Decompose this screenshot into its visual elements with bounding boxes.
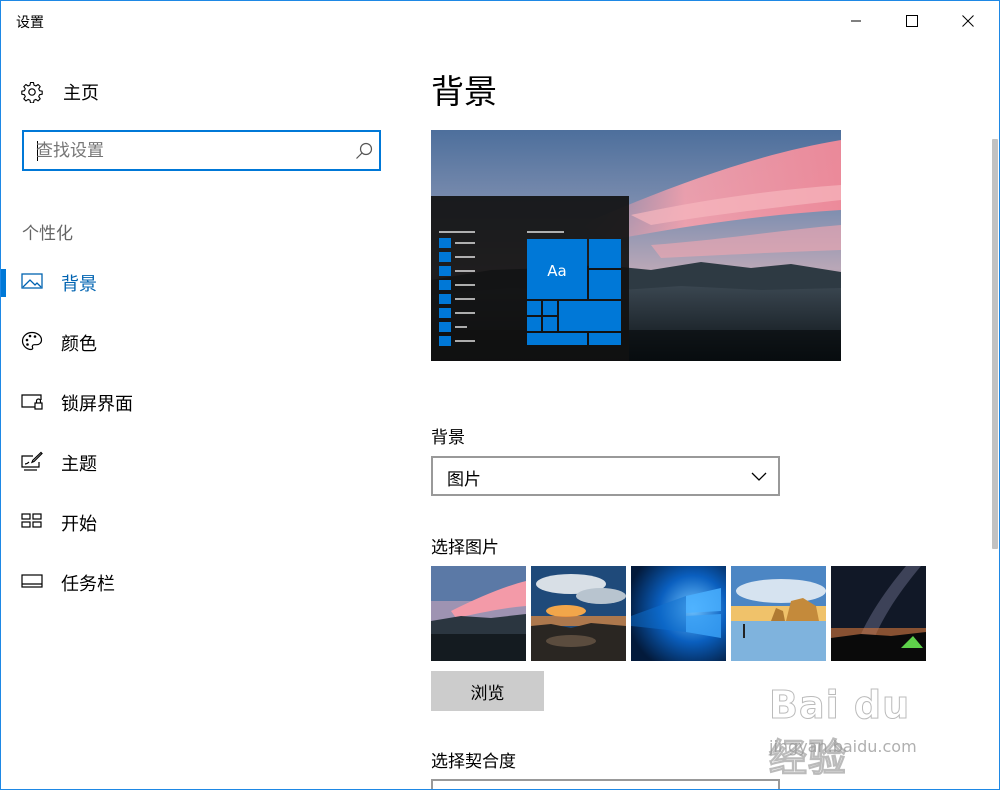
sidebar-item-themes[interactable]: 主题 <box>1 439 401 483</box>
close-icon <box>962 15 974 27</box>
baidu-jingyan-watermark: Bai du 经验 jingyan.baidu.com <box>761 681 961 781</box>
search-input[interactable] <box>36 137 336 164</box>
page-title: 背景 <box>431 72 497 111</box>
thumbnail-rocky-shore[interactable] <box>531 566 626 661</box>
dropdown-value: 图片 <box>447 470 481 490</box>
milky-way-thumbnail <box>831 566 926 661</box>
background-label: 背景 <box>431 428 465 448</box>
choose-fit-label: 选择契合度 <box>431 752 516 772</box>
thumbnail-milky-way-tent[interactable] <box>831 566 926 661</box>
watermark-url: jingyan.baidu.com <box>769 737 917 756</box>
desktop-preview: Aa <box>431 130 841 361</box>
preview-sample-text: Aa <box>547 262 566 280</box>
theme-brush-icon <box>21 451 43 471</box>
minimize-icon <box>851 20 861 22</box>
home-link[interactable]: 主页 <box>21 79 99 105</box>
section-title: 个性化 <box>22 224 73 244</box>
active-indicator <box>1 269 6 297</box>
windows-light-thumbnail <box>631 566 726 661</box>
sidebar-item-background[interactable]: 背景 <box>1 259 401 303</box>
sidebar-item-colors[interactable]: 颜色 <box>1 319 401 363</box>
start-tiles-icon <box>21 513 42 528</box>
rocky-shore-thumbnail <box>531 566 626 661</box>
thumbnail-sunset-lake[interactable] <box>431 566 526 661</box>
sidebar-item-label: 颜色 <box>61 334 97 355</box>
choose-picture-label: 选择图片 <box>431 538 499 558</box>
lock-screen-icon <box>21 394 43 410</box>
gear-icon <box>21 81 43 103</box>
maximize-button[interactable] <box>889 1 935 41</box>
search-box[interactable] <box>22 130 381 171</box>
sidebar-item-lock-screen[interactable]: 锁屏界面 <box>1 379 401 423</box>
thumbnail-beach-arch[interactable] <box>731 566 826 661</box>
scrollbar[interactable] <box>992 139 998 549</box>
search-icon[interactable] <box>354 141 374 161</box>
main-content: 背景 Aa 背景 图片 选择图片 浏览 选择契合度 <box>431 41 991 789</box>
thumbnail-windows-light[interactable] <box>631 566 726 661</box>
sidebar-item-label: 背景 <box>61 274 97 295</box>
sidebar-item-label: 开始 <box>61 514 97 535</box>
watermark-logo-text: Bai du 经验 <box>769 683 911 781</box>
wallpaper-preview-image: Aa <box>431 130 841 361</box>
sidebar: 主页 个性化 背景 颜色 <box>1 41 401 789</box>
window-title: 设置 <box>16 15 44 31</box>
taskbar-icon <box>21 574 43 588</box>
maximize-icon <box>906 15 918 27</box>
sidebar-item-label: 任务栏 <box>61 574 115 595</box>
sidebar-item-start[interactable]: 开始 <box>1 499 401 543</box>
settings-window: 设置 主页 个性化 <box>0 0 1000 790</box>
picture-icon <box>21 273 43 289</box>
close-button[interactable] <box>945 1 991 41</box>
sidebar-item-label: 锁屏界面 <box>61 394 133 415</box>
chevron-down-icon <box>751 472 767 481</box>
palette-icon <box>21 331 43 351</box>
minimize-button[interactable] <box>833 1 879 41</box>
home-label: 主页 <box>63 83 99 104</box>
sunset-lake-thumbnail <box>431 566 526 661</box>
title-bar: 设置 <box>1 1 999 41</box>
fit-dropdown[interactable] <box>431 779 780 789</box>
sidebar-item-label: 主题 <box>61 454 97 475</box>
sidebar-item-taskbar[interactable]: 任务栏 <box>1 559 401 603</box>
background-type-dropdown[interactable]: 图片 <box>431 456 780 496</box>
browse-button[interactable]: 浏览 <box>431 671 544 711</box>
beach-arch-thumbnail <box>731 566 826 661</box>
